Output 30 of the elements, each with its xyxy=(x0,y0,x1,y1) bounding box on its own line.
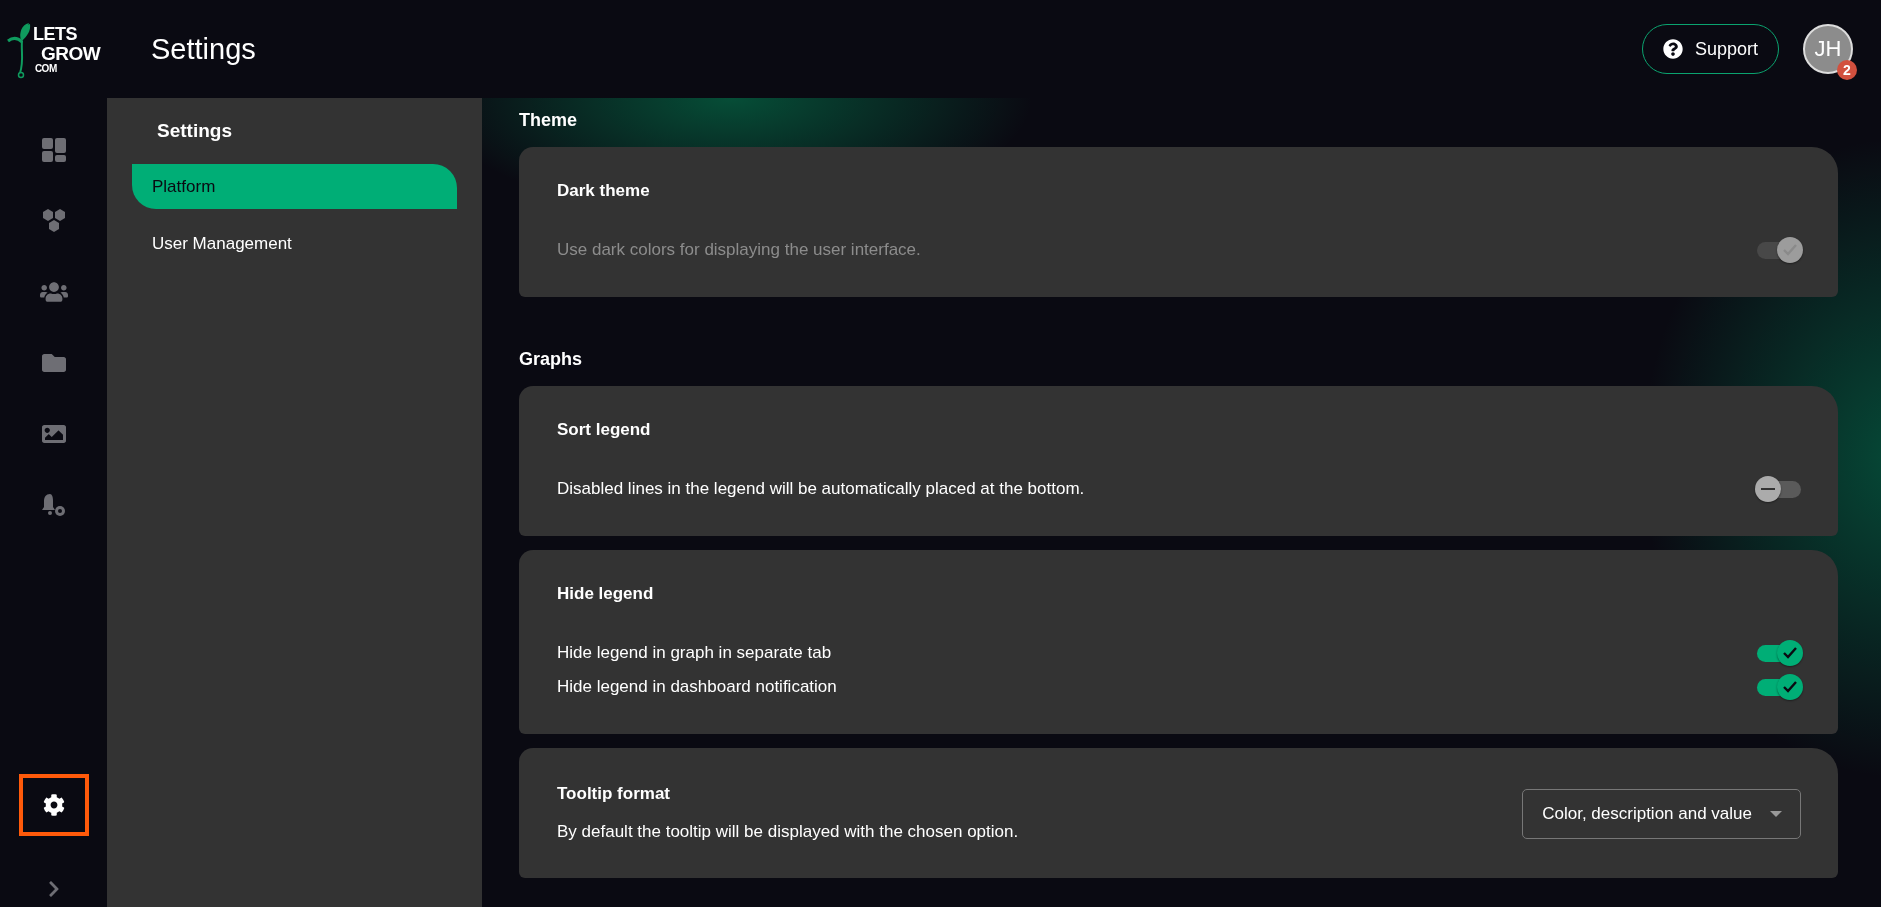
setting-description: By default the tooltip will be displayed with the chosen option. xyxy=(557,822,1019,842)
hexagons-icon xyxy=(40,208,67,234)
tooltip-format-select[interactable]: Color, description and value xyxy=(1522,789,1801,839)
logo: LETS GROW COM xyxy=(6,21,101,77)
setting-description: Disabled lines in the legend will be automatically placed at the bottom. xyxy=(557,479,1085,499)
check-icon xyxy=(1782,645,1798,660)
notification-badge: 2 xyxy=(1837,60,1857,80)
check-icon xyxy=(1782,679,1798,694)
check-icon xyxy=(1782,242,1798,257)
folder-icon xyxy=(41,351,66,375)
bell-gear-icon xyxy=(40,492,67,518)
setting-title: Dark theme xyxy=(557,181,651,201)
settings-icon xyxy=(42,794,65,816)
section-heading: Theme xyxy=(519,110,579,131)
help-icon xyxy=(1662,39,1683,59)
menu-title: Settings xyxy=(157,120,233,142)
section-heading: Graphs xyxy=(519,349,584,370)
setting-description: Hide legend in graph in separate tab xyxy=(557,643,832,663)
nav-rail-button[interactable] xyxy=(18,774,89,836)
setting-description: Use dark colors for displaying the user interface. xyxy=(557,240,921,260)
caret-down-icon xyxy=(1770,811,1782,817)
setting-title: Tooltip format xyxy=(557,784,671,804)
setting-title: Sort legend xyxy=(557,420,652,440)
menu-item[interactable]: Platform xyxy=(132,164,457,209)
menu-item[interactable]: User Management xyxy=(132,221,457,266)
setting-description: Hide legend in dashboard notification xyxy=(557,677,837,697)
setting-title: Hide legend xyxy=(557,584,655,604)
image-icon xyxy=(41,422,66,446)
dashboard-icon xyxy=(40,137,67,163)
page-title: Settings xyxy=(151,32,257,66)
